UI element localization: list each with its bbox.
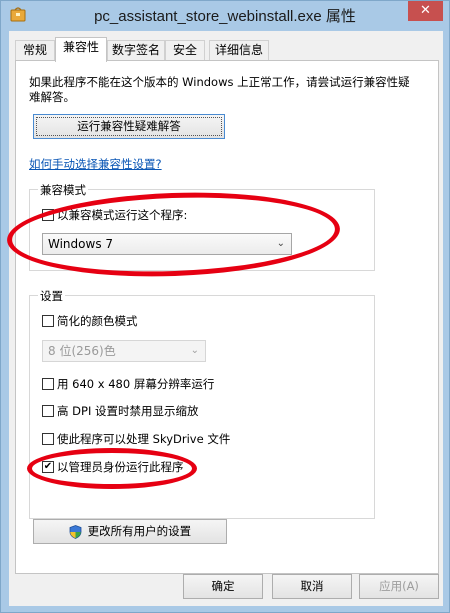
res-640-checkbox[interactable]: [42, 378, 54, 390]
color-depth-value: 8 位(256)色: [48, 344, 116, 358]
dialog-client: 常规 兼容性 数字签名 安全 详细信息 如果此程序不能在这个版本的 Window…: [5, 31, 443, 606]
high-dpi-row[interactable]: 高 DPI 设置时禁用显示缩放: [42, 403, 342, 419]
change-all-users-label: 更改所有用户的设置: [87, 524, 192, 538]
high-dpi-checkbox[interactable]: [42, 405, 54, 417]
tab-compatibility[interactable]: 兼容性: [55, 37, 107, 62]
skydrive-checkbox[interactable]: [42, 433, 54, 445]
skydrive-label: 使此程序可以处理 SkyDrive 文件: [57, 432, 231, 446]
window-title: pc_assistant_store_webinstall.exe 属性: [94, 8, 356, 25]
apply-button[interactable]: 应用(A): [359, 574, 439, 599]
change-all-users-button[interactable]: 更改所有用户的设置: [33, 519, 227, 544]
close-icon: ✕: [420, 3, 431, 18]
os-version-select[interactable]: Windows 7 ⌄: [42, 233, 292, 255]
chevron-down-icon: ⌄: [190, 345, 199, 356]
chevron-down-icon: ⌄: [276, 238, 285, 249]
color-depth-select[interactable]: 8 位(256)色 ⌄: [42, 340, 206, 362]
res-640-row[interactable]: 用 640 x 480 屏幕分辨率运行: [42, 376, 342, 392]
manual-settings-link[interactable]: 如何手动选择兼容性设置?: [29, 156, 162, 172]
compat-mode-checkbox[interactable]: ✔: [42, 209, 54, 221]
run-as-admin-row[interactable]: ✔ 以管理员身份运行此程序: [42, 459, 242, 475]
tab-security[interactable]: 安全: [165, 40, 205, 61]
compat-mode-checkbox-row[interactable]: ✔ 以兼容模式运行这个程序:: [42, 207, 292, 223]
close-button[interactable]: ✕: [408, 1, 443, 21]
properties-window: pc_assistant_store_webinstall.exe 属性 ✕ 常…: [0, 0, 450, 613]
os-version-value: Windows 7: [48, 237, 114, 251]
settings-group: 设置 简化的颜色模式 8 位(256)色 ⌄ 用 640 x 480 屏幕分辨率…: [29, 288, 375, 519]
cancel-button[interactable]: 取消: [272, 574, 352, 599]
tab-general[interactable]: 常规: [15, 40, 55, 61]
run-as-admin-checkbox[interactable]: ✔: [42, 461, 54, 473]
settings-title: 设置: [38, 288, 65, 304]
run-troubleshooter-button[interactable]: 运行兼容性疑难解答: [33, 114, 225, 139]
reduced-color-checkbox[interactable]: [42, 315, 54, 327]
title-bar[interactable]: pc_assistant_store_webinstall.exe 属性 ✕: [1, 1, 449, 31]
tab-details[interactable]: 详细信息: [209, 40, 269, 61]
uac-shield-icon: [69, 524, 82, 539]
reduced-color-label: 简化的颜色模式: [57, 314, 138, 328]
run-as-admin-label: 以管理员身份运行此程序: [57, 460, 184, 474]
high-dpi-label: 高 DPI 设置时禁用显示缩放: [57, 404, 199, 418]
compatibility-panel: 如果此程序不能在这个版本的 Windows 上正常工作，请尝试运行兼容性疑难解答…: [5, 60, 439, 574]
reduced-color-row[interactable]: 简化的颜色模式: [42, 313, 242, 329]
res-640-label: 用 640 x 480 屏幕分辨率运行: [57, 377, 215, 391]
intro-text: 如果此程序不能在这个版本的 Windows 上正常工作，请尝试运行兼容性疑难解答…: [29, 75, 410, 104]
focus-rect: [36, 117, 222, 136]
tab-digital-signatures[interactable]: 数字签名: [107, 40, 165, 61]
ok-button[interactable]: 确定: [183, 574, 263, 599]
compat-mode-group: 兼容模式 ✔ 以兼容模式运行这个程序: Windows 7 ⌄: [29, 182, 375, 271]
compat-mode-title: 兼容模式: [38, 182, 88, 198]
skydrive-row[interactable]: 使此程序可以处理 SkyDrive 文件: [42, 431, 362, 447]
compat-mode-checkbox-label: 以兼容模式运行这个程序:: [57, 208, 188, 222]
